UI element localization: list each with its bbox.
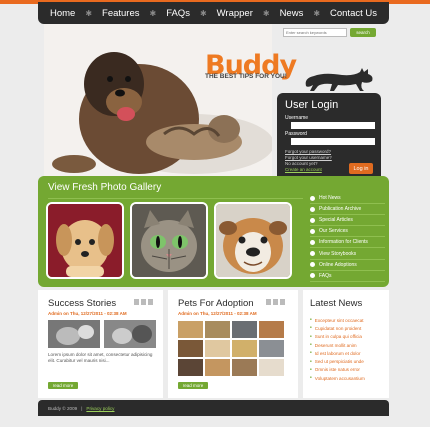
news-item[interactable]: • Excepteur sint occaecat bbox=[310, 316, 365, 324]
photo-gallery-panel: View Fresh Photo Gallery Hot News Public… bbox=[38, 176, 389, 287]
login-button[interactable]: Log in bbox=[349, 163, 373, 174]
news-item[interactable]: • Voluptatem accusantium bbox=[310, 374, 365, 382]
password-label: Password bbox=[285, 131, 307, 137]
bullet-icon bbox=[310, 217, 315, 223]
print-icon[interactable] bbox=[141, 299, 146, 305]
nav-separator-icon: ✱ bbox=[149, 8, 157, 18]
list-item[interactable]: Special Articles bbox=[310, 215, 385, 227]
latest-news-title: Latest News bbox=[310, 298, 363, 309]
nav-separator-icon: ✱ bbox=[262, 8, 270, 18]
list-item[interactable]: Online Adoptions bbox=[310, 260, 385, 271]
post-meta: Admin on Thu, 12/27/2011 - 02:38 AM bbox=[178, 311, 257, 316]
nav-separator-icon: ✱ bbox=[85, 8, 93, 18]
nav-wrapper[interactable]: Wrapper bbox=[217, 8, 253, 19]
user-login-panel: User Login Username Password Forgot your… bbox=[277, 93, 381, 182]
search-button[interactable]: search bbox=[350, 28, 376, 37]
bullet-icon bbox=[310, 262, 315, 268]
share-icons bbox=[266, 299, 285, 305]
list-item[interactable]: Publication Archive bbox=[310, 204, 385, 216]
password-field[interactable] bbox=[291, 138, 375, 145]
nav-news[interactable]: News bbox=[280, 8, 304, 19]
gallery-links-list: Hot News Publication Archive Special Art… bbox=[310, 193, 385, 282]
nav-separator-icon: ✱ bbox=[313, 8, 321, 18]
nav-features[interactable]: Features bbox=[102, 8, 140, 19]
news-item[interactable]: • Deserunt mollit anim bbox=[310, 341, 365, 349]
bullet-icon bbox=[310, 228, 315, 234]
bullet-icon bbox=[310, 206, 315, 212]
cat-silhouette-icon bbox=[305, 68, 373, 91]
latest-news-box: Latest News • Excepteur sint occaecat • Cu… bbox=[303, 290, 389, 398]
nav-separator-icon: ✱ bbox=[199, 8, 207, 18]
pets-for-adoption-box: Pets For Adoption Admin on Thu, 12/27/20… bbox=[168, 290, 298, 398]
news-item[interactable]: • Sed ut perspiciatis unde bbox=[310, 357, 365, 365]
search-input[interactable] bbox=[283, 28, 347, 37]
nav-home[interactable]: Home bbox=[50, 8, 75, 19]
nav-contact-us[interactable]: Contact Us bbox=[330, 8, 377, 19]
news-item[interactable]: • Sunt in culpa qui officia bbox=[310, 333, 365, 341]
list-item[interactable]: FAQs bbox=[310, 271, 385, 282]
gallery-photo-bulldog[interactable] bbox=[214, 202, 292, 279]
site-tagline: THE BEST TIPS FOR YOU! bbox=[205, 73, 287, 80]
print-icon[interactable] bbox=[273, 299, 278, 305]
bullet-icon bbox=[310, 251, 315, 257]
footer: Buddy © 2009 | Privacy policy bbox=[38, 400, 389, 416]
bullet-icon bbox=[310, 239, 315, 245]
email-icon[interactable] bbox=[280, 299, 285, 305]
login-title: User Login bbox=[285, 99, 339, 111]
read-more-button[interactable]: read more bbox=[178, 382, 208, 389]
bullet-icon bbox=[310, 273, 315, 279]
post-meta: Admin on Thu, 12/27/2011 - 02:38 AM bbox=[48, 311, 127, 316]
bullet-icon bbox=[310, 195, 315, 201]
success-photo-pets bbox=[48, 320, 156, 348]
share-icons bbox=[134, 299, 153, 305]
news-item[interactable]: • Cupidatat non proident bbox=[310, 324, 365, 332]
list-item[interactable]: Our Services bbox=[310, 226, 385, 238]
gallery-photo-kitten[interactable] bbox=[130, 202, 208, 279]
success-stories-title[interactable]: Success Stories bbox=[48, 298, 116, 309]
main-nav: Home ✱ Features ✱ FAQs ✱ Wrapper ✱ News … bbox=[38, 2, 389, 24]
hero-image-dog-cat bbox=[44, 24, 272, 176]
list-item[interactable]: Information for Clients bbox=[310, 237, 385, 249]
nav-faqs[interactable]: FAQs bbox=[166, 8, 190, 19]
footer-separator: | bbox=[81, 405, 83, 411]
username-label: Username bbox=[285, 115, 309, 121]
pdf-icon[interactable] bbox=[266, 299, 271, 305]
list-item[interactable]: Hot News bbox=[310, 193, 385, 205]
news-list: • Excepteur sint occaecat • Cupidatat non … bbox=[310, 316, 365, 382]
success-stories-box: Success Stories Admin on Thu, 12/27/2011… bbox=[38, 290, 163, 398]
privacy-policy-link[interactable]: Privacy policy bbox=[86, 406, 114, 411]
copyright-text: Buddy © 2009 bbox=[48, 405, 78, 411]
username-field[interactable] bbox=[291, 122, 375, 129]
gallery-title[interactable]: View Fresh Photo Gallery bbox=[48, 182, 161, 193]
gallery-photo-puppy[interactable] bbox=[46, 202, 124, 279]
success-excerpt: Lorem ipsum dolor sit amet, consectetur … bbox=[48, 352, 153, 363]
news-item[interactable]: • Id est laborum et dolor bbox=[310, 349, 365, 357]
pdf-icon[interactable] bbox=[134, 299, 139, 305]
list-item[interactable]: View Storybooks bbox=[310, 248, 385, 260]
email-icon[interactable] bbox=[148, 299, 153, 305]
adoption-pets-grid bbox=[178, 321, 284, 376]
pets-adoption-title[interactable]: Pets For Adoption bbox=[178, 298, 254, 309]
news-item[interactable]: • Omnis iste natus error bbox=[310, 366, 365, 374]
read-more-button[interactable]: read more bbox=[48, 382, 78, 389]
gallery-divider bbox=[48, 198, 303, 199]
search-form: search bbox=[283, 28, 379, 37]
